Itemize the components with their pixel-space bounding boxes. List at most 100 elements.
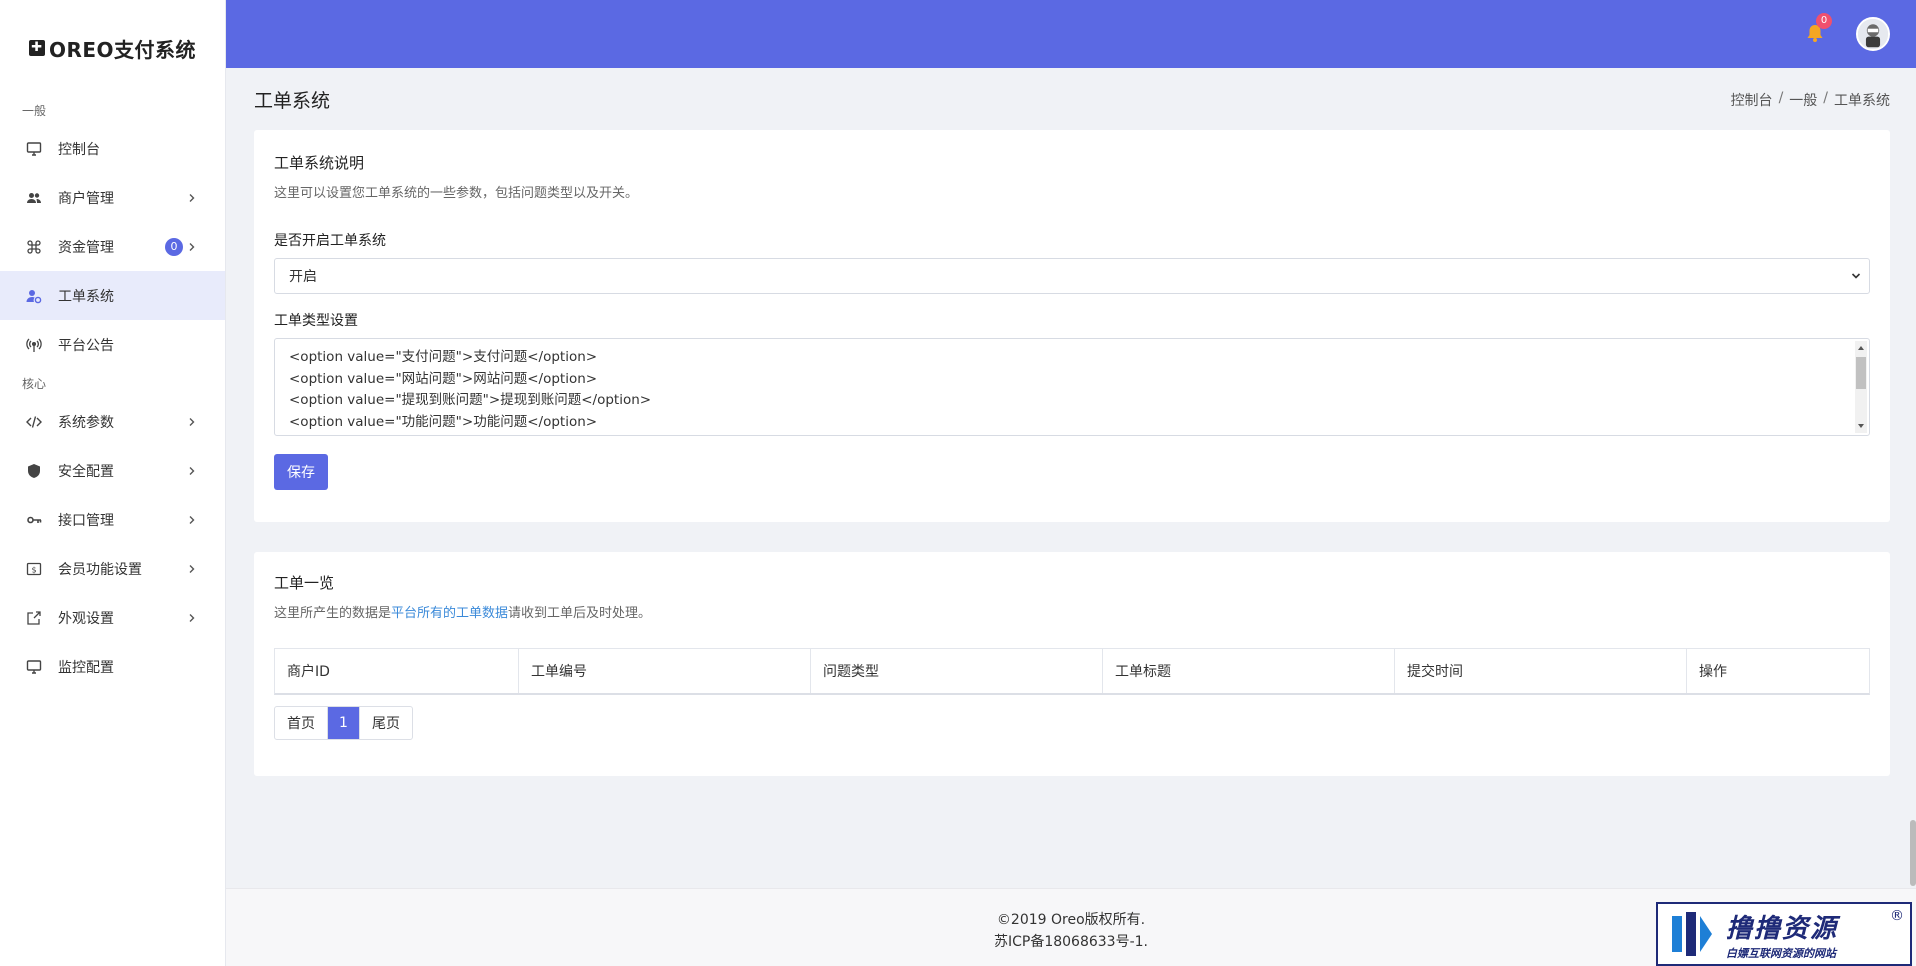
ticket-table: 商户ID 工单编号 问题类型 工单标题 提交时间 操作 (274, 648, 1870, 695)
breadcrumb-separator: / (1778, 90, 1784, 106)
enable-ticket-select[interactable]: 开启 (274, 258, 1870, 294)
card-title: 工单一览 (274, 574, 335, 592)
scroll-down-arrow-icon[interactable] (1858, 424, 1864, 428)
page-title: 工单系统 (254, 90, 331, 112)
chevron-right-icon (189, 242, 195, 251)
last-page-button[interactable]: 尾页 (360, 707, 412, 739)
sidebar-item-merchants[interactable]: 商户管理 (0, 173, 225, 222)
table-header-row: 商户ID 工单编号 问题类型 工单标题 提交时间 操作 (275, 649, 1869, 693)
watermark: 撸撸资源 白嫖互联网资源的网站 ® (1656, 902, 1912, 966)
watermark-logo-icon (1672, 912, 1712, 956)
dollar-box-icon: $ (26, 561, 42, 577)
chevron-right-icon (189, 564, 195, 573)
monitor-icon (26, 141, 42, 157)
breadcrumb-item[interactable]: 一般 (1789, 90, 1817, 110)
select-value: 开启 (289, 269, 317, 285)
brand-logo[interactable]: ✚ OREO支付系统 (0, 0, 225, 96)
sidebar-item-label: 接口管理 (58, 512, 114, 529)
column-header[interactable]: 提交时间 (1395, 649, 1687, 693)
enable-field-label: 是否开启工单系统 (274, 233, 386, 249)
sidebar-item-label: 平台公告 (58, 337, 114, 354)
sidebar-item-label: 会员功能设置 (58, 561, 142, 578)
scrollbar-thumb[interactable] (1856, 357, 1866, 389)
breadcrumb-item-current: 工单系统 (1834, 93, 1890, 109)
save-button[interactable]: 保存 (274, 454, 328, 490)
watermark-subtitle: 白嫖互联网资源的网站 (1726, 946, 1836, 960)
textarea-line: <option value="功能问题">功能问题</option> (289, 413, 598, 430)
desc-prefix: 这里所产生的数据是 (274, 606, 392, 621)
sidebar-item-system-params[interactable]: 系统参数 (0, 397, 225, 446)
sidebar-item-funds[interactable]: 资金管理 0 (0, 222, 225, 271)
card-description: 这里所产生的数据是平台所有的工单数据请收到工单后及时处理。 (274, 602, 651, 621)
breadcrumb-item[interactable]: 控制台 (1731, 90, 1773, 110)
scroll-up-arrow-icon[interactable] (1858, 346, 1864, 350)
registered-mark: ® (1890, 908, 1904, 924)
watermark-title: 撸撸资源 (1726, 913, 1839, 944)
sidebar-item-label: 控制台 (58, 141, 100, 158)
sidebar-item-label: 工单系统 (58, 288, 114, 305)
sidebar-item-member-settings[interactable]: $ 会员功能设置 (0, 544, 225, 593)
column-header[interactable]: 问题类型 (811, 649, 1103, 693)
top-header: 0 (226, 0, 1916, 68)
ticket-settings-card: 工单系统说明 这里可以设置您工单系统的一些参数，包括问题类型以及开关。 是否开启… (254, 130, 1890, 522)
sidebar-item-appearance[interactable]: 外观设置 (0, 593, 225, 642)
textarea-line: <option value="提现到账问题">提现到账问题</option> (289, 392, 652, 408)
chevron-right-icon (189, 466, 195, 475)
sidebar-item-tickets[interactable]: 工单系统 (0, 271, 225, 320)
key-icon (26, 512, 42, 528)
watermark-text: 撸撸资源 白嫖互联网资源的网站 (1726, 908, 1838, 961)
chevron-right-icon (189, 613, 195, 622)
desc-highlight: 平台所有的工单数据 (391, 606, 509, 621)
users-icon (26, 190, 42, 206)
page-number-button[interactable]: 1 (328, 707, 360, 739)
ticket-list-card: 工单一览 这里所产生的数据是平台所有的工单数据请收到工单后及时处理。 商户ID … (254, 552, 1890, 776)
breadcrumb: 控制台 / 一般 / 工单系统 (1731, 90, 1890, 110)
sidebar-item-label: 外观设置 (58, 610, 114, 627)
brand-icon: ✚ (28, 40, 45, 56)
nav-section-general: 一般 (22, 103, 47, 118)
monitor-icon (26, 659, 42, 675)
page-scrollbar[interactable] (1910, 820, 1916, 886)
sidebar: ✚ OREO支付系统 一般 控制台 商户管理 资金管理 0 工单系统 平台公告 (0, 0, 226, 966)
sidebar-item-label: 商户管理 (58, 190, 114, 207)
sidebar-item-label: 监控配置 (58, 659, 114, 676)
textarea-line: <option value="支付问题">支付问题</option> (289, 349, 598, 365)
chevron-right-icon (189, 515, 195, 524)
textarea-scrollbar[interactable] (1855, 341, 1867, 433)
textarea-line: <option value="网站问题">网站问题</option> (289, 370, 598, 387)
svg-text:$: $ (31, 565, 36, 574)
sidebar-item-security[interactable]: 安全配置 (0, 446, 225, 495)
card-description: 这里可以设置您工单系统的一些参数，包括问题类型以及开关。 (274, 186, 639, 201)
column-header[interactable]: 商户ID (275, 649, 519, 693)
sidebar-item-api[interactable]: 接口管理 (0, 495, 225, 544)
sidebar-item-monitoring[interactable]: 监控配置 (0, 642, 225, 691)
column-header[interactable]: 工单编号 (519, 649, 811, 693)
funds-count-badge: 0 (165, 237, 183, 256)
chevron-right-icon (189, 417, 195, 426)
desc-suffix: 请收到工单后及时处理。 (508, 606, 652, 621)
sidebar-item-announcements[interactable]: 平台公告 (0, 320, 225, 369)
brand-name: OREO支付系统 (48, 37, 197, 62)
avatar[interactable] (1856, 17, 1890, 51)
notification-badge: 0 (1816, 13, 1832, 29)
sidebar-item-dashboard[interactable]: 控制台 (0, 124, 225, 173)
types-field-label: 工单类型设置 (274, 313, 358, 329)
breadcrumb-separator: / (1823, 90, 1828, 106)
user-gear-icon (26, 288, 42, 304)
command-icon (26, 239, 42, 255)
code-icon (26, 414, 42, 430)
ticket-types-textarea[interactable]: <option value="支付问题">支付问题</option> <opti… (274, 338, 1870, 436)
pagination: 首页 1 尾页 (274, 706, 413, 740)
card-title: 工单系统说明 (274, 154, 365, 172)
column-header[interactable]: 操作 (1687, 649, 1869, 693)
shield-icon (26, 463, 42, 479)
sidebar-item-label: 安全配置 (58, 463, 114, 480)
chevron-down-icon (1851, 273, 1861, 279)
sidebar-item-label: 资金管理 (58, 239, 114, 256)
nav-section-core: 核心 (22, 376, 47, 391)
sidebar-item-label: 系统参数 (58, 414, 114, 431)
external-box-icon (26, 610, 42, 626)
broadcast-icon (26, 337, 42, 353)
first-page-button[interactable]: 首页 (275, 707, 328, 739)
column-header[interactable]: 工单标题 (1103, 649, 1395, 693)
